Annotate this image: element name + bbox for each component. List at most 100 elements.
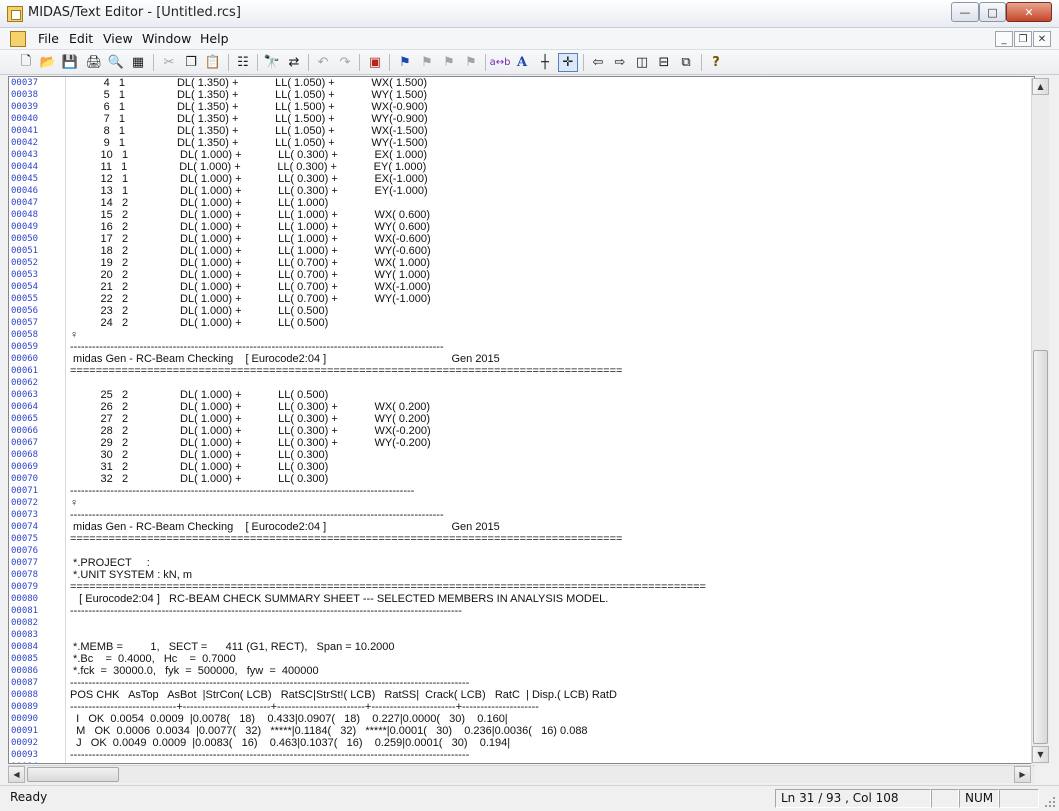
menu-window[interactable]: Window: [142, 31, 191, 46]
editor-line[interactable]: 00093 -----------------------------------…: [9, 749, 1034, 761]
editor-line[interactable]: 00082: [9, 617, 1034, 629]
editor-line[interactable]: 00039 6 1 DL( 1.350) + LL( 1.500) + WX(-…: [9, 101, 1034, 113]
maximize-button[interactable]: □: [979, 2, 1006, 22]
editor-line[interactable]: 00051 18 2 DL( 1.000) + LL( 1.000) + WY(…: [9, 245, 1034, 257]
editor-line[interactable]: 00069 31 2 DL( 1.000) + LL( 0.300): [9, 461, 1034, 473]
editor-line[interactable]: 00068 30 2 DL( 1.000) + LL( 0.300): [9, 449, 1034, 461]
editor-line[interactable]: 00038 5 1 DL( 1.350) + LL( 1.050) + WY( …: [9, 89, 1034, 101]
page-setup-button[interactable]: ☷: [233, 53, 253, 72]
document-icon[interactable]: [10, 31, 26, 47]
editor-line[interactable]: 00090 I OK 0.0054 0.0009 |0.0078( 18) 0.…: [9, 713, 1034, 725]
editor-line[interactable]: 00057 24 2 DL( 1.000) + LL( 0.500): [9, 317, 1034, 329]
editor-line[interactable]: 00067 29 2 DL( 1.000) + LL( 0.300) + WY(…: [9, 437, 1034, 449]
undo-button[interactable]: ↶: [313, 53, 333, 72]
editor-line[interactable]: 00054 21 2 DL( 1.000) + LL( 0.700) + WX(…: [9, 281, 1034, 293]
tile-horizontal-button[interactable]: ⊟: [654, 53, 674, 72]
editor-line[interactable]: 00062: [9, 377, 1034, 389]
editor-line[interactable]: 00074 midas Gen - RC-Beam Checking [ Eur…: [9, 521, 1034, 533]
editor-line[interactable]: 00037 4 1 DL( 1.350) + LL( 1.050) + WX( …: [9, 77, 1034, 89]
editor-line[interactable]: 00048 15 2 DL( 1.000) + LL( 1.000) + WX(…: [9, 209, 1034, 221]
editor-line[interactable]: 00052 19 2 DL( 1.000) + LL( 0.700) + WX(…: [9, 257, 1034, 269]
editor-line[interactable]: 00049 16 2 DL( 1.000) + LL( 1.000) + WY(…: [9, 221, 1034, 233]
editor-line[interactable]: 00071 -----------------------------------…: [9, 485, 1034, 497]
editor-line[interactable]: 00040 7 1 DL( 1.350) + LL( 1.500) + WY(-…: [9, 113, 1034, 125]
bookmark-prev-button[interactable]: ⚑: [439, 53, 459, 72]
crosshair-button[interactable]: ┼: [535, 53, 555, 72]
save-button[interactable]: 💾: [60, 53, 80, 72]
mdi-restore-button[interactable]: ❐: [1014, 31, 1032, 47]
editor-line[interactable]: 00060 midas Gen - RC-Beam Checking [ Eur…: [9, 353, 1034, 365]
bookmark-toggle-button[interactable]: ⚑: [395, 53, 415, 72]
paste-button[interactable]: 📋: [203, 53, 223, 72]
resize-grip-icon[interactable]: [1043, 795, 1057, 809]
print-button[interactable]: 🖨: [84, 53, 104, 72]
menu-help[interactable]: Help: [200, 31, 229, 46]
scroll-up-button[interactable]: ▲: [1032, 78, 1049, 95]
scroll-down-button[interactable]: ▼: [1032, 746, 1049, 763]
mdi-minimize-button[interactable]: _: [995, 31, 1013, 47]
minimize-button[interactable]: —: [951, 2, 979, 22]
bookmark-next-button[interactable]: ⚑: [417, 53, 437, 72]
menu-file[interactable]: File: [38, 31, 59, 46]
editor-line[interactable]: 00041 8 1 DL( 1.350) + LL( 1.050) + WX(-…: [9, 125, 1034, 137]
case-toggle-button[interactable]: a↔b: [490, 53, 511, 72]
indent-left-button[interactable]: ⇦: [588, 53, 608, 72]
editor-line[interactable]: 00086 *.fck = 30000.0, fyk = 500000, fyw…: [9, 665, 1034, 677]
editor-line[interactable]: 00081 -----------------------------------…: [9, 605, 1034, 617]
editor-line[interactable]: 00077 *.PROJECT :: [9, 557, 1034, 569]
vertical-scroll-thumb[interactable]: [1033, 350, 1048, 744]
editor-line[interactable]: 00066 28 2 DL( 1.000) + LL( 0.300) + WX(…: [9, 425, 1034, 437]
tile-vertical-button[interactable]: ◫: [632, 53, 652, 72]
cut-button[interactable]: ✂: [159, 53, 179, 72]
replace-button[interactable]: ⇄: [284, 53, 304, 72]
editor-line[interactable]: 00089 -----------------------------+-----…: [9, 701, 1034, 713]
editor-line[interactable]: 00076: [9, 545, 1034, 557]
editor-line[interactable]: 00085 *.Bc = 0.4000, Hc = 0.7000: [9, 653, 1034, 665]
editor-line[interactable]: 00084 *.MEMB = 1, SECT = 411 (G1, RECT),…: [9, 641, 1034, 653]
editor-line[interactable]: 00061 ===================================…: [9, 365, 1034, 377]
cascade-button[interactable]: ⧉: [676, 53, 696, 72]
editor-line[interactable]: 00059 -----------------------------------…: [9, 341, 1034, 353]
editor-line[interactable]: 00050 17 2 DL( 1.000) + LL( 1.000) + WX(…: [9, 233, 1034, 245]
help-button[interactable]: ?: [706, 53, 726, 72]
editor-line[interactable]: 00094: [9, 761, 1034, 763]
editor-line[interactable]: 00072 ♀: [9, 497, 1034, 509]
editor-line[interactable]: 00047 14 2 DL( 1.000) + LL( 1.000): [9, 197, 1034, 209]
open-button[interactable]: 📂: [38, 53, 58, 72]
menu-view[interactable]: View: [103, 31, 133, 46]
editor-line[interactable]: 00064 26 2 DL( 1.000) + LL( 0.300) + WX(…: [9, 401, 1034, 413]
horizontal-scrollbar[interactable]: ◀ ▶: [8, 765, 1035, 783]
copy-button[interactable]: ❐: [181, 53, 201, 72]
editor-line[interactable]: 00056 23 2 DL( 1.000) + LL( 0.500): [9, 305, 1034, 317]
scroll-right-button[interactable]: ▶: [1014, 766, 1031, 783]
indent-right-button[interactable]: ⇨: [610, 53, 630, 72]
editor-line[interactable]: 00053 20 2 DL( 1.000) + LL( 0.700) + WY(…: [9, 269, 1034, 281]
editor-line[interactable]: 00055 22 2 DL( 1.000) + LL( 0.700) + WY(…: [9, 293, 1034, 305]
editor-line[interactable]: 00070 32 2 DL( 1.000) + LL( 0.300): [9, 473, 1034, 485]
redo-button[interactable]: ↷: [335, 53, 355, 72]
editor-line[interactable]: 00092 J OK 0.0049 0.0009 |0.0083( 16) 0.…: [9, 737, 1034, 749]
editor-line[interactable]: 00075 ===================================…: [9, 533, 1034, 545]
record-button[interactable]: ▣: [365, 53, 385, 72]
editor-line[interactable]: 00046 13 1 DL( 1.000) + LL( 0.300) + EY(…: [9, 185, 1034, 197]
editor-line[interactable]: 00063 25 2 DL( 1.000) + LL( 0.500): [9, 389, 1034, 401]
horizontal-scroll-thumb[interactable]: [27, 767, 119, 782]
editor-line[interactable]: 00073 -----------------------------------…: [9, 509, 1034, 521]
vertical-scrollbar[interactable]: ▲ ▼: [1031, 78, 1049, 764]
font-button[interactable]: A: [512, 53, 532, 72]
editor-line[interactable]: 00091 M OK 0.0006 0.0034 |0.0077( 32) **…: [9, 725, 1034, 737]
menu-edit[interactable]: Edit: [69, 31, 93, 46]
app-icon[interactable]: [7, 6, 23, 22]
scroll-left-button[interactable]: ◀: [8, 766, 25, 783]
find-button[interactable]: 🔭: [262, 53, 282, 72]
editor-line[interactable]: 00083: [9, 629, 1034, 641]
text-editor[interactable]: 00037 4 1 DL( 1.350) + LL( 1.050) + WX( …: [8, 76, 1035, 764]
editor-line[interactable]: 00045 12 1 DL( 1.000) + LL( 0.300) + EX(…: [9, 173, 1034, 185]
close-button[interactable]: ✕: [1006, 2, 1052, 22]
editor-line[interactable]: 00058 ♀: [9, 329, 1034, 341]
editor-line[interactable]: 00044 11 1 DL( 1.000) + LL( 0.300) + EY(…: [9, 161, 1034, 173]
editor-line[interactable]: 00088 POS CHK AsTop AsBot |StrCon( LCB) R…: [9, 689, 1034, 701]
editor-line[interactable]: 00078 *.UNIT SYSTEM : kN, m: [9, 569, 1034, 581]
print-preview-button[interactable]: 🔍: [106, 53, 126, 72]
bookmark-clear-button[interactable]: ⚑: [461, 53, 481, 72]
